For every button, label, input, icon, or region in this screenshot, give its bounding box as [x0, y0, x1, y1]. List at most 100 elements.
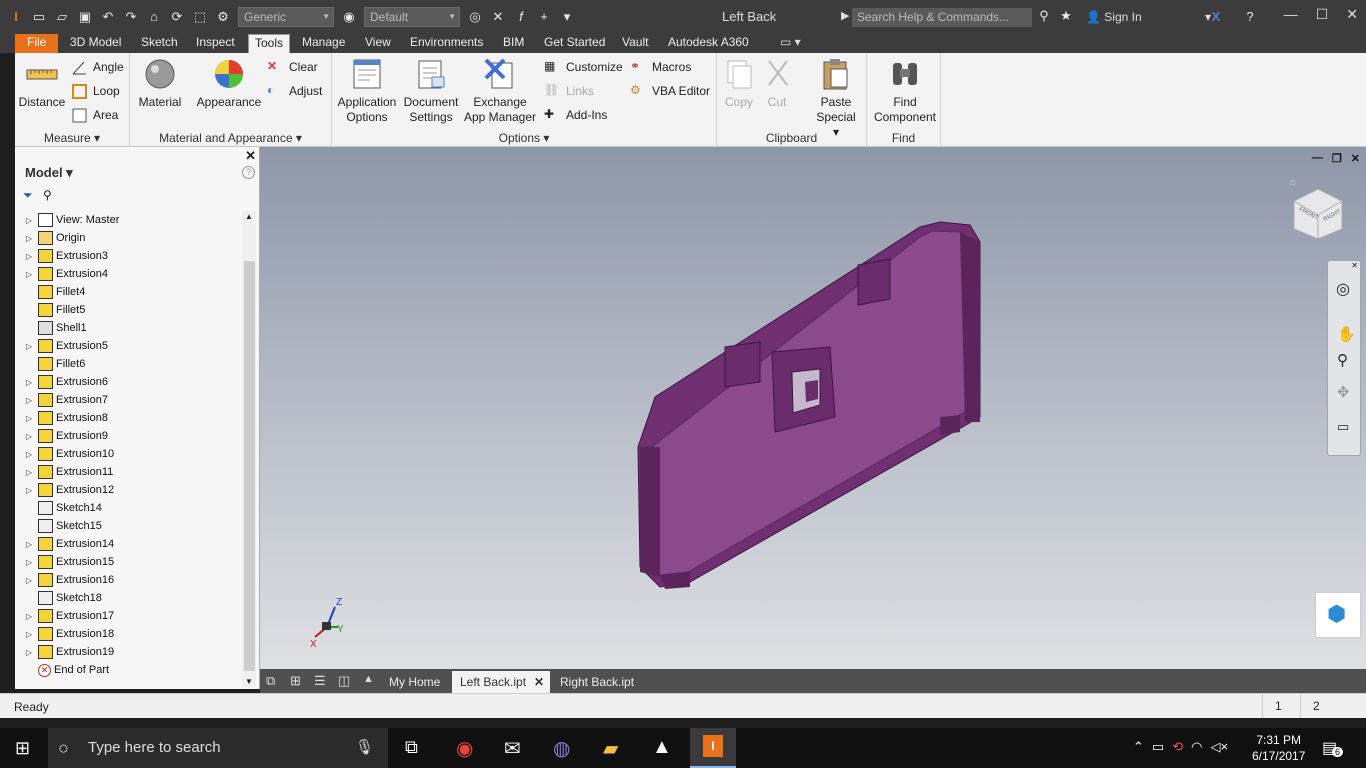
distance-button[interactable]: Distance [17, 57, 67, 110]
appearance-button[interactable]: Appearance [194, 57, 264, 110]
links-button[interactable]: ⛓ Links [544, 81, 594, 101]
inventor-logo-icon[interactable]: I [8, 9, 24, 25]
search-input[interactable]: Search Help & Commands... [852, 8, 1032, 27]
tree-node[interactable]: ✕ End of Part [23, 661, 248, 679]
taskbar-clock[interactable]: 7:31 PM 6/17/2017 [1252, 732, 1305, 764]
document-settings-button[interactable]: Document Settings [400, 57, 462, 125]
tree-node[interactable]: Sketch14 [23, 499, 248, 517]
update-icon[interactable]: ⟳ [169, 9, 185, 25]
ribbon-options-icon[interactable]: ▭ ▾ [780, 34, 801, 53]
volume-icon[interactable]: ◁× [1210, 739, 1228, 755]
tree-node[interactable]: ▷ Extrusion6 [23, 373, 248, 391]
tree-node[interactable]: ▷ Extrusion15 [23, 553, 248, 571]
exchange-app-manager-button[interactable]: Exchange App Manager [462, 57, 538, 125]
minimize-icon[interactable]: — [1284, 6, 1298, 23]
chrome-icon[interactable]: ◉ [456, 736, 473, 761]
tile-horizontal-icon[interactable]: ☰ [314, 673, 326, 689]
close-browser-icon[interactable]: ✕ [245, 148, 256, 164]
share-button[interactable]: ⬢ [1315, 592, 1361, 638]
expand-arrow-icon[interactable]: ▷ [23, 450, 35, 459]
save-icon[interactable]: ▣ [77, 9, 93, 25]
expand-arrow-icon[interactable]: ▷ [23, 252, 35, 261]
undo-icon[interactable]: ↶ [100, 9, 116, 25]
expand-arrow-icon[interactable]: ▷ [23, 270, 35, 279]
photos-icon[interactable]: ▲ [652, 736, 672, 759]
task-view-icon[interactable]: ⧉ [405, 737, 418, 758]
viewcube[interactable]: FRONT RIGHT [1290, 185, 1346, 241]
tab-get-started[interactable]: Get Started [544, 34, 605, 53]
help-icon[interactable]: ? [242, 166, 255, 179]
options-group-label[interactable]: Options ▾ [332, 131, 716, 145]
open-icon[interactable]: ▱ [54, 9, 70, 25]
expand-arrow-icon[interactable]: ▷ [23, 576, 35, 585]
tree-node[interactable]: ▷ Extrusion3 [23, 247, 248, 265]
orbit-icon[interactable]: ✥ [1337, 383, 1350, 401]
expand-arrow-icon[interactable]: ▷ [23, 612, 35, 621]
appearance-ball-icon[interactable]: ◉ [341, 9, 357, 25]
mail-icon[interactable]: ✉ [504, 736, 521, 761]
material-combo[interactable]: Generic ▼ [238, 7, 334, 27]
redo-icon[interactable]: ↷ [123, 9, 139, 25]
close-icon[interactable]: ✕ [1346, 6, 1358, 23]
tab-sketch[interactable]: Sketch [141, 34, 178, 53]
angle-button[interactable]: Angle [71, 57, 124, 77]
tab-file[interactable]: File [15, 34, 59, 53]
action-center-button[interactable]: ▤ 6 [1322, 738, 1344, 758]
zoom-icon[interactable]: ⚲ [1337, 351, 1348, 369]
tray-expand-icon[interactable]: ⌃ [1133, 739, 1144, 755]
tile-vertical-icon[interactable]: ◫ [338, 673, 350, 689]
tab-environments[interactable]: Environments [410, 34, 483, 53]
application-options-button[interactable]: Application Options [334, 57, 400, 125]
tray-device-icon[interactable]: ▭ [1152, 739, 1164, 755]
expand-arrow-icon[interactable]: ▷ [23, 432, 35, 441]
tree-node[interactable]: ▷ Extrusion4 [23, 265, 248, 283]
browser-scrollbar[interactable]: ▲ ▼ [242, 211, 256, 687]
steering-wheel-icon[interactable]: ◎ [1336, 279, 1350, 299]
material-group-label[interactable]: Material and Appearance ▾ [130, 131, 331, 145]
navbar-close-icon[interactable]: ✕ [1351, 261, 1358, 270]
favorites-star-icon[interactable]: ★ [1058, 8, 1074, 24]
expand-arrow-icon[interactable]: ▷ [23, 630, 35, 639]
copy-button[interactable]: Copy [721, 57, 757, 110]
tree-node[interactable]: ▷ Extrusion7 [23, 391, 248, 409]
adjust-button[interactable]: ◐ Adjust [267, 81, 322, 101]
inventor-taskbar-button[interactable]: I [690, 728, 736, 768]
scroll-up-icon[interactable]: ▲ [245, 212, 253, 221]
cascade-windows-icon[interactable]: ⧉ [266, 673, 275, 689]
properties-icon[interactable]: ⚙ [215, 9, 231, 25]
doc-tab-my-home[interactable]: My Home [381, 671, 448, 693]
expand-arrow-icon[interactable]: ▷ [23, 342, 35, 351]
scroll-down-icon[interactable]: ▼ [245, 677, 253, 686]
clear-appearance-icon[interactable]: ✕ [490, 9, 506, 25]
sign-in-button[interactable]: 👤 Sign In ▾ [1086, 10, 1211, 24]
tree-node[interactable]: ▷ Extrusion9 [23, 427, 248, 445]
add-ins-button[interactable]: ✚ Add-Ins [544, 105, 607, 125]
look-at-icon[interactable]: ▭ [1337, 419, 1349, 435]
tree-node[interactable]: Fillet4 [23, 283, 248, 301]
browser-app-icon[interactable]: ◍ [553, 736, 570, 761]
graphics-viewport[interactable]: — ❐ ✕ FRONT RIGHT ⌂ ✕ ◎ ✋ ⚲ ✥ ▭ ⬢ Z Y X [260, 147, 1366, 669]
tree-node[interactable]: ▷ Extrusion16 [23, 571, 248, 589]
maximize-icon[interactable]: ☐ [1316, 6, 1329, 23]
tree-node[interactable]: Fillet6 [23, 355, 248, 373]
tree-node[interactable]: ▷ Extrusion17 [23, 607, 248, 625]
filter-icon[interactable]: ⏷ [23, 188, 33, 203]
paste-special-button[interactable]: Paste Special ▾ [813, 57, 859, 140]
select-icon[interactable]: ⬚ [192, 9, 208, 25]
microphone-icon[interactable]: 🎙 [355, 728, 374, 768]
tree-node[interactable]: ▷ Extrusion8 [23, 409, 248, 427]
tree-node[interactable]: ▷ Extrusion5 [23, 337, 248, 355]
tree-node[interactable]: ▷ Extrusion12 [23, 481, 248, 499]
tree-node[interactable]: Sketch15 [23, 517, 248, 535]
doc-tab-right-back[interactable]: Right Back.ipt [552, 671, 642, 693]
expand-arrow-icon[interactable]: ▷ [23, 216, 35, 225]
expand-arrow-icon[interactable]: ▷ [23, 396, 35, 405]
tab-3d-model[interactable]: 3D Model [70, 34, 121, 53]
tab-inspect[interactable]: Inspect [196, 34, 235, 53]
tree-node[interactable]: ▷ Extrusion11 [23, 463, 248, 481]
tree-node[interactable]: ▷ Extrusion10 [23, 445, 248, 463]
expand-arrow-icon[interactable]: ▷ [23, 414, 35, 423]
parameters-icon[interactable]: f [513, 9, 529, 25]
loop-button[interactable]: Loop [71, 81, 120, 101]
customize-button[interactable]: ▦ Customize [544, 57, 623, 77]
